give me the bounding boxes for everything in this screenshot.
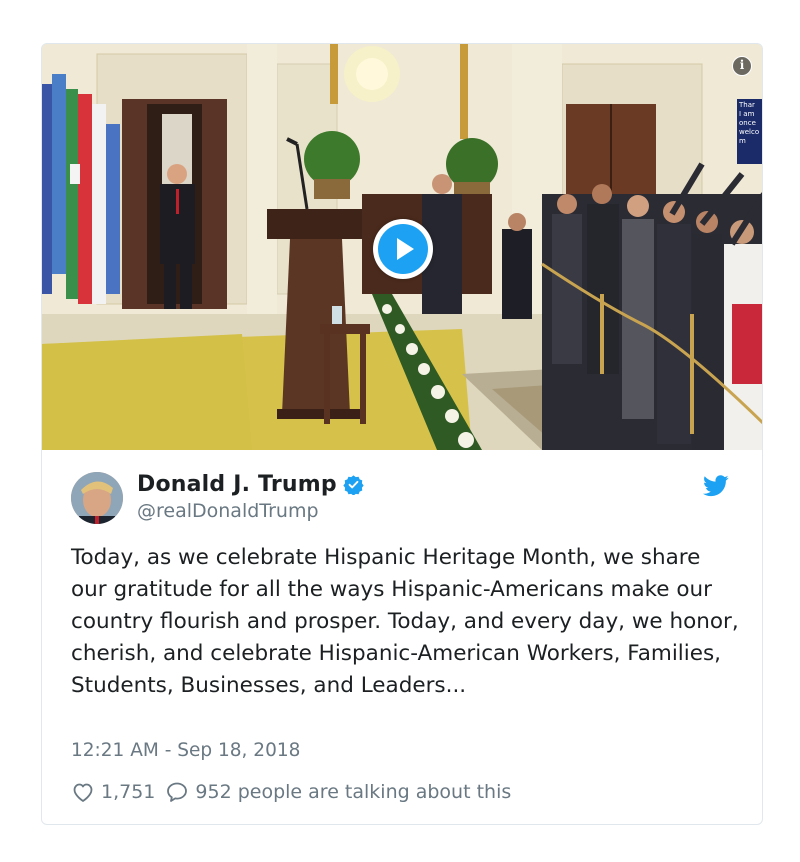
play-button[interactable] — [373, 219, 433, 279]
play-icon — [397, 238, 414, 260]
screen-line: m — [739, 137, 746, 145]
screen-line: once — [739, 119, 756, 127]
screen-line: Thar — [739, 101, 755, 109]
info-icon[interactable]: i — [732, 56, 752, 76]
screen-line: welco — [739, 128, 760, 136]
video-thumbnail[interactable]: Thar I am once welco m i — [42, 44, 762, 450]
author-name[interactable]: Donald J. Trump — [137, 472, 337, 497]
author-handle[interactable]: @realDonaldTrump — [137, 500, 319, 522]
avatar-image — [71, 472, 123, 524]
embedded-tweet-card[interactable]: Thar I am once welco m i Donald J. Trump — [41, 43, 763, 825]
screen-line: I am — [739, 110, 755, 118]
avatar[interactable] — [71, 472, 123, 524]
twitter-bird-icon[interactable] — [703, 475, 729, 497]
tweet-timestamp[interactable]: 12:21 AM - Sep 18, 2018 — [71, 740, 300, 761]
speech-bubble-icon[interactable] — [165, 780, 189, 804]
play-button-circle — [378, 224, 428, 274]
verified-badge-icon — [343, 475, 364, 495]
talking-count[interactable]: 952 people are talking about this — [195, 781, 511, 803]
like-count[interactable]: 1,751 — [101, 781, 155, 803]
screen-text: Thar I am once welco m — [739, 101, 762, 146]
author-name-row[interactable]: Donald J. Trump — [137, 472, 364, 497]
tweet-actions: 1,751 952 people are talking about this — [71, 780, 511, 804]
heart-icon[interactable] — [71, 780, 95, 804]
tweet-text: Today, as we celebrate Hispanic Heritage… — [71, 545, 739, 698]
